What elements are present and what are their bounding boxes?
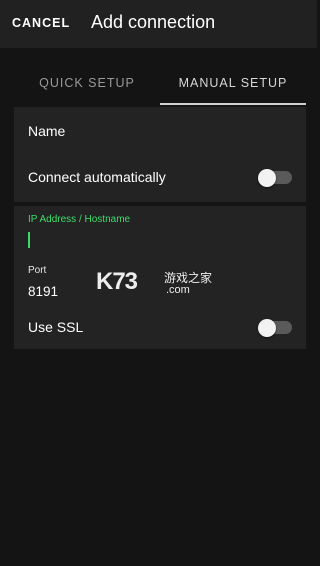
port-input[interactable]: 8191: [28, 284, 58, 299]
auto-connect-toggle[interactable]: [258, 168, 292, 187]
use-ssl-label: Use SSL: [28, 319, 84, 335]
cancel-button[interactable]: CANCEL: [12, 16, 70, 30]
name-field[interactable]: Name: [28, 123, 65, 139]
watermark-domain: .com: [166, 284, 190, 296]
selected-tab-indicator: [160, 103, 306, 105]
watermark-brand: K73: [96, 268, 138, 295]
server-card: IP Address / Hostname Port 8191 Use SSL: [14, 206, 306, 349]
tab-quick-setup[interactable]: QUICK SETUP: [14, 64, 160, 106]
tab-manual-setup[interactable]: MANUAL SETUP: [160, 64, 306, 106]
auto-connect-label: Connect automatically: [28, 169, 166, 185]
port-label: Port: [28, 265, 47, 276]
toggle-knob: [258, 318, 276, 337]
ip-address-label: IP Address / Hostname: [28, 214, 131, 225]
ip-address-input[interactable]: [28, 232, 30, 248]
top-app-bar: CANCEL Add connection: [0, 0, 317, 48]
page-title: Add connection: [91, 12, 216, 32]
toggle-knob: [258, 168, 276, 187]
use-ssl-toggle[interactable]: [258, 318, 292, 337]
connection-card: Name Connect automatically: [14, 107, 306, 202]
setup-tabs: QUICK SETUP MANUAL SETUP: [0, 64, 317, 106]
